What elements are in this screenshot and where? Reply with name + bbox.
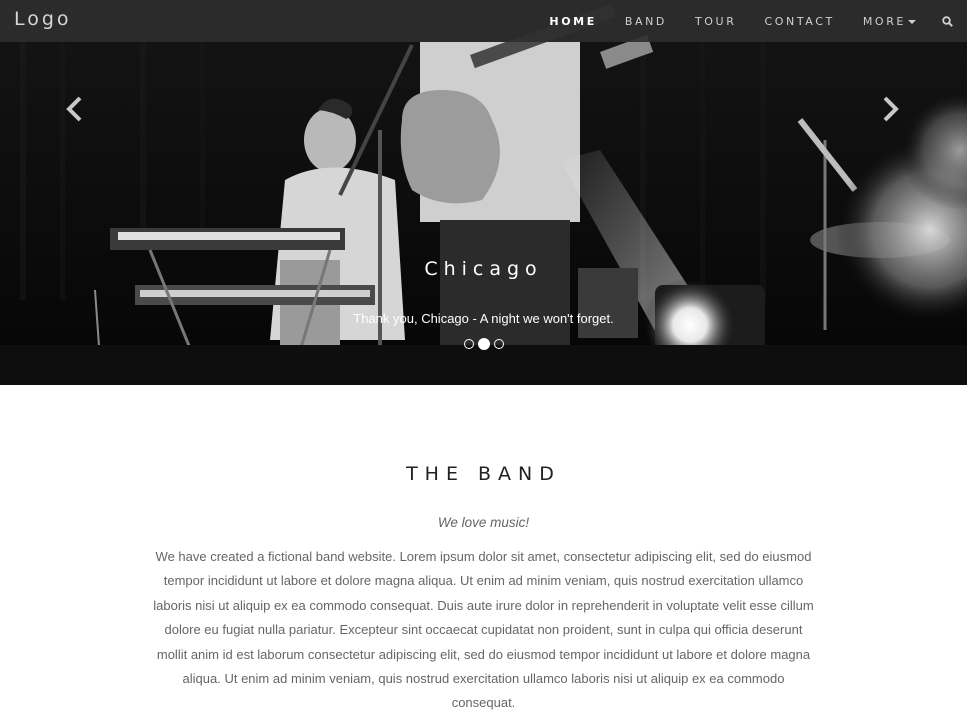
search-icon[interactable] [942,15,953,27]
carousel-indicator-2[interactable] [477,338,490,350]
section-body-text: We have created a fictional band website… [153,549,814,711]
nav-item-label: HOME [549,14,597,28]
band-section: THE BAND We love music! We have created … [0,385,967,722]
nav-item-contact[interactable]: CONTACT [764,15,834,28]
chevron-right-icon [883,96,899,122]
nav-item-label: TOUR [694,14,737,28]
nav-item-label: BAND [624,14,667,28]
caret-down-icon [908,19,916,24]
section-subtitle: We love music! [437,515,530,530]
carousel-indicators [0,338,967,350]
nav-menu: HOME BAND TOUR CONTACT MORE [521,0,953,42]
navbar: Logo HOME BAND TOUR CONTACT MORE [0,0,967,42]
chevron-left-icon [66,96,82,122]
section-title: THE BAND [406,463,561,485]
carousel-caption-title: Chicago [424,258,543,280]
nav-item-label: MORE [862,14,906,28]
nav-item-more-dropdown[interactable]: MORE [863,15,916,28]
carousel-prev-button[interactable] [63,95,87,123]
carousel-indicator-3[interactable] [493,339,504,349]
carousel-next-button[interactable] [878,95,902,123]
nav-item-tour[interactable]: TOUR [695,15,736,28]
nav-item-band[interactable]: BAND [625,15,667,28]
logo[interactable]: Logo [14,8,72,30]
hero-carousel: Logo HOME BAND TOUR CONTACT MORE Chicago… [0,0,967,385]
nav-item-label: CONTACT [764,14,835,28]
carousel-indicator-1[interactable] [463,339,474,349]
concert-photo [0,0,967,385]
nav-item-home[interactable]: HOME [549,15,596,28]
carousel-caption-text: Thank you, Chicago - A night we won't fo… [353,311,614,326]
